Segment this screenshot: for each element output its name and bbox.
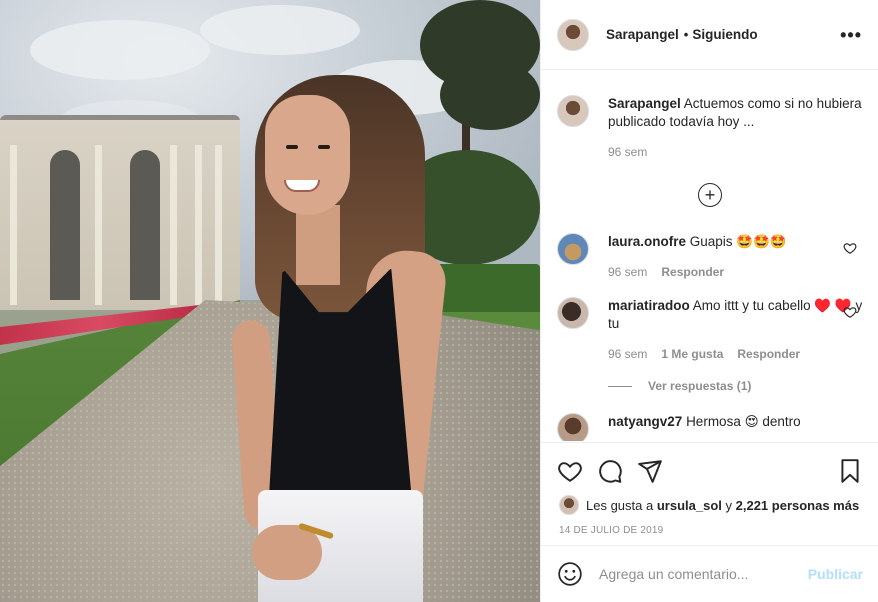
view-replies-label: Ver respuestas (1) <box>648 379 752 393</box>
plus-circle-icon[interactable]: + <box>698 183 722 207</box>
photo-person-eye <box>286 145 298 149</box>
photo-cloud <box>200 5 360 55</box>
comment-username[interactable]: natyangv27 <box>608 414 682 429</box>
comment-avatar[interactable] <box>557 233 589 265</box>
author-avatar[interactable] <box>557 18 589 51</box>
photo-column <box>95 145 102 305</box>
heart-icon[interactable] <box>557 458 583 484</box>
view-replies-button[interactable]: Ver respuestas (1) <box>608 379 878 393</box>
caption-avatar[interactable] <box>557 95 589 127</box>
share-icon[interactable] <box>637 458 663 484</box>
photo-person-eye <box>318 145 330 149</box>
post-header: Sarapangel • Siguiendo ••• <box>541 0 878 70</box>
comment-meta: 96 sem 1 Me gusta Responder <box>608 345 863 363</box>
more-options-icon[interactable]: ••• <box>840 26 862 44</box>
liker-avatar[interactable] <box>559 495 579 515</box>
post-date[interactable]: 14 DE JULIO DE 2019 <box>541 515 878 536</box>
comment-text: Hermosa 😍 dentro <box>686 414 801 429</box>
photo-arch <box>130 150 160 300</box>
comment-like-heart-icon[interactable] <box>843 305 857 319</box>
comment-icon[interactable] <box>597 458 623 484</box>
reply-button[interactable]: Responder <box>737 345 800 363</box>
photo-building <box>0 120 240 310</box>
photo-cloud <box>30 20 210 80</box>
comment-input[interactable] <box>599 566 808 582</box>
post-actions-section: Les gusta a ursula_sol y 2,221 personas … <box>541 442 878 536</box>
likes-connector: y <box>725 497 733 513</box>
comment-item: natyangv27 Hermosa 😍 dentro <box>541 413 878 441</box>
comment-username[interactable]: mariatiradoo <box>608 298 690 313</box>
photo-column <box>10 145 17 305</box>
comment-likes-count[interactable]: 1 Me gusta <box>661 345 723 363</box>
replies-divider <box>608 385 632 387</box>
publish-button[interactable]: Publicar <box>808 566 863 582</box>
post-dialog: Sarapangel • Siguiendo ••• Sarapangel Ac… <box>0 0 878 602</box>
action-bar <box>541 443 878 485</box>
follow-status-button[interactable]: Siguiendo <box>692 27 757 42</box>
comment-like-heart-icon[interactable] <box>843 241 857 255</box>
header-separator: • <box>683 27 689 42</box>
photo-column <box>195 145 202 305</box>
load-more-comments[interactable]: + <box>541 183 878 207</box>
post-side-panel: Sarapangel • Siguiendo ••• Sarapangel Ac… <box>540 0 878 602</box>
bookmark-icon[interactable] <box>837 458 863 484</box>
emoji-icon[interactable] <box>557 561 583 587</box>
photo-column <box>215 145 222 305</box>
comment-item: laura.onofre Guapis 🤩🤩🤩 96 sem Responder <box>541 233 878 281</box>
caption-username[interactable]: Sarapangel <box>608 96 681 111</box>
photo-column <box>170 145 177 305</box>
comments-list[interactable]: Sarapangel Actuemos como si no hubiera p… <box>541 71 878 441</box>
comment-avatar[interactable] <box>557 297 589 329</box>
caption-meta: 96 sem <box>608 143 863 161</box>
likes-prefix: Les gusta a <box>586 497 654 513</box>
likes-summary: Les gusta a ursula_sol y 2,221 personas … <box>541 485 878 515</box>
author-username[interactable]: Sarapangel <box>606 27 679 42</box>
add-comment-bar: Publicar <box>541 545 878 602</box>
reply-button[interactable]: Responder <box>661 263 724 281</box>
photo-arch <box>50 150 80 300</box>
comment-time[interactable]: 96 sem <box>608 263 647 281</box>
comment-text: Guapis 🤩🤩🤩 <box>689 234 787 249</box>
photo-person-face <box>265 95 350 215</box>
photo-tree <box>440 60 540 130</box>
comment-meta: 96 sem Responder <box>608 263 863 281</box>
comment-time[interactable]: 96 sem <box>608 345 647 363</box>
liker-username[interactable]: ursula_sol <box>657 498 722 513</box>
comment-avatar[interactable] <box>557 413 589 441</box>
likes-count-link[interactable]: 2,221 personas más <box>736 498 860 513</box>
caption: Sarapangel Actuemos como si no hubiera p… <box>541 71 878 161</box>
comment-username[interactable]: laura.onofre <box>608 234 686 249</box>
caption-time[interactable]: 96 sem <box>608 143 647 161</box>
photo-person-hand <box>252 525 322 580</box>
photo-person-neck <box>296 205 340 285</box>
post-photo[interactable] <box>0 0 540 602</box>
comment-item: mariatiradoo Amo ittt y tu cabello ♥️ ♥️… <box>541 297 878 363</box>
